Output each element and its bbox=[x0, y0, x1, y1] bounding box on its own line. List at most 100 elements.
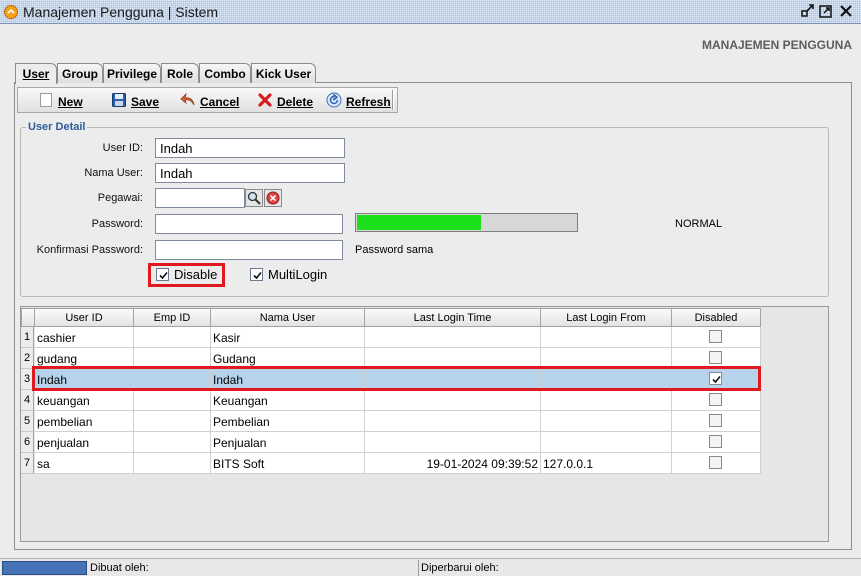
status-bar: Dibuat oleh: Diperbarui oleh: bbox=[0, 558, 861, 576]
cell-nama-user: Kasir bbox=[211, 327, 365, 348]
cell-last-login-time bbox=[365, 432, 541, 453]
pegawai-clear-button[interactable] bbox=[264, 189, 282, 207]
password-strength-text: NORMAL bbox=[675, 218, 723, 230]
cell-last-login-time bbox=[365, 390, 541, 411]
cell-disabled bbox=[672, 432, 761, 453]
disable-highlight-box bbox=[148, 263, 225, 287]
selected-row-highlight-box bbox=[32, 366, 761, 391]
cell-last-login-from: 127.0.0.1 bbox=[541, 453, 672, 474]
cell-nama-user: Pembelian bbox=[211, 411, 365, 432]
pegawai-field[interactable] bbox=[155, 188, 245, 208]
magnifier-icon bbox=[245, 189, 263, 210]
save-label: Save bbox=[131, 95, 160, 109]
title-bar: Manajemen Pengguna | Sistem bbox=[0, 0, 861, 24]
disabled-checkbox[interactable] bbox=[709, 414, 722, 427]
cell-last-login-from bbox=[541, 390, 672, 411]
multilogin-checkbox[interactable]: MultiLogin bbox=[250, 265, 330, 285]
tab-combo[interactable]: Combo bbox=[199, 63, 251, 83]
disabled-checkbox[interactable] bbox=[709, 456, 722, 469]
undo-arrow-icon bbox=[180, 92, 196, 108]
row-number: 7 bbox=[21, 453, 34, 474]
close-icon[interactable] bbox=[838, 3, 854, 19]
cell-last-login-time bbox=[365, 327, 541, 348]
row-number: 5 bbox=[21, 411, 34, 432]
tab-role[interactable]: Role bbox=[161, 63, 199, 83]
user-id-field[interactable]: Indah bbox=[155, 138, 345, 158]
tab-label: Combo bbox=[204, 67, 246, 81]
password-field[interactable] bbox=[155, 214, 343, 234]
cell-user-id: cashier bbox=[35, 327, 134, 348]
cell-disabled bbox=[672, 390, 761, 411]
red-x-icon bbox=[257, 92, 273, 108]
tab-kick-user[interactable]: Kick User bbox=[251, 63, 316, 83]
created-by-text: Dibuat oleh: bbox=[90, 562, 149, 574]
tab-label: Privilege bbox=[106, 67, 158, 81]
password-match-text: Password sama bbox=[355, 244, 434, 256]
cell-nama-user: Keuangan bbox=[211, 390, 365, 411]
cell-disabled bbox=[672, 411, 761, 432]
column-header-nama-user[interactable]: Nama User bbox=[211, 308, 365, 327]
cell-user-id: sa bbox=[35, 453, 134, 474]
cell-last-login-from bbox=[541, 432, 672, 453]
cell-user-id: keuangan bbox=[35, 390, 134, 411]
konfirmasi-password-field[interactable] bbox=[155, 240, 343, 260]
row-number: 4 bbox=[21, 390, 34, 411]
module-title: MANAJEMEN PENGGUNA bbox=[701, 38, 852, 52]
multilogin-label: MultiLogin bbox=[268, 267, 328, 282]
row-number: 1 bbox=[21, 327, 34, 348]
new-button[interactable]: New bbox=[38, 91, 100, 111]
column-header-emp-id[interactable]: Emp ID bbox=[134, 308, 211, 327]
window-title: Manajemen Pengguna | Sistem bbox=[23, 4, 219, 20]
maximize-icon[interactable] bbox=[818, 3, 834, 19]
status-indicator bbox=[2, 561, 87, 575]
cell-emp-id bbox=[134, 327, 211, 348]
tab-user[interactable]: User bbox=[15, 63, 57, 84]
cell-last-login-time: 19-01-2024 09:39:52 bbox=[365, 453, 541, 474]
tab-privilege[interactable]: Privilege bbox=[103, 63, 161, 83]
cancel-label: Cancel bbox=[200, 95, 240, 109]
disabled-checkbox[interactable] bbox=[709, 393, 722, 406]
cell-emp-id bbox=[134, 411, 211, 432]
cancel-button[interactable]: Cancel bbox=[180, 91, 250, 111]
cell-last-login-from bbox=[541, 327, 672, 348]
column-header-user-id[interactable]: User ID bbox=[35, 308, 134, 327]
restore-icon[interactable] bbox=[800, 3, 816, 19]
refresh-button[interactable]: Refresh bbox=[326, 91, 394, 111]
user-id-label: User ID: bbox=[102, 142, 143, 154]
new-document-icon bbox=[38, 92, 54, 108]
nama-user-label: Nama User: bbox=[84, 167, 143, 179]
cell-disabled bbox=[672, 327, 761, 348]
delete-button[interactable]: Delete bbox=[257, 91, 319, 111]
column-header-last-login-from[interactable]: Last Login From bbox=[541, 308, 672, 327]
clear-icon bbox=[264, 189, 282, 210]
pegawai-label: Pegawai: bbox=[97, 192, 143, 204]
tab-group[interactable]: Group bbox=[57, 63, 103, 83]
disabled-checkbox[interactable] bbox=[709, 435, 722, 448]
pegawai-search-button[interactable] bbox=[245, 189, 263, 207]
password-strength-fill bbox=[357, 215, 481, 230]
cell-user-id: penjualan bbox=[35, 432, 134, 453]
delete-label: Delete bbox=[277, 95, 314, 109]
disabled-checkbox[interactable] bbox=[709, 330, 722, 343]
cell-nama-user: Penjualan bbox=[211, 432, 365, 453]
disabled-checkbox[interactable] bbox=[709, 351, 722, 364]
cell-last-login-from bbox=[541, 411, 672, 432]
nama-user-field[interactable]: Indah bbox=[155, 163, 345, 183]
status-separator bbox=[418, 560, 419, 576]
refresh-icon bbox=[326, 92, 342, 108]
column-header-disabled[interactable]: Disabled bbox=[672, 308, 761, 327]
save-button[interactable]: Save bbox=[111, 91, 166, 111]
cell-last-login-time bbox=[365, 411, 541, 432]
cell-user-id: pembelian bbox=[35, 411, 134, 432]
app-icon bbox=[4, 5, 18, 19]
cell-nama-user: BITS Soft bbox=[211, 453, 365, 474]
toolbar-separator bbox=[392, 90, 394, 110]
tab-label: Group bbox=[62, 67, 98, 81]
new-label: New bbox=[58, 95, 83, 109]
tab-label: User bbox=[22, 67, 50, 81]
column-header-last-login-time[interactable]: Last Login Time bbox=[365, 308, 541, 327]
tab-label: Kick User bbox=[255, 67, 312, 81]
toolbar: New Save Cancel Delete Refresh bbox=[17, 87, 398, 113]
password-strength-bar bbox=[355, 213, 578, 232]
checkbox-box bbox=[250, 268, 263, 281]
